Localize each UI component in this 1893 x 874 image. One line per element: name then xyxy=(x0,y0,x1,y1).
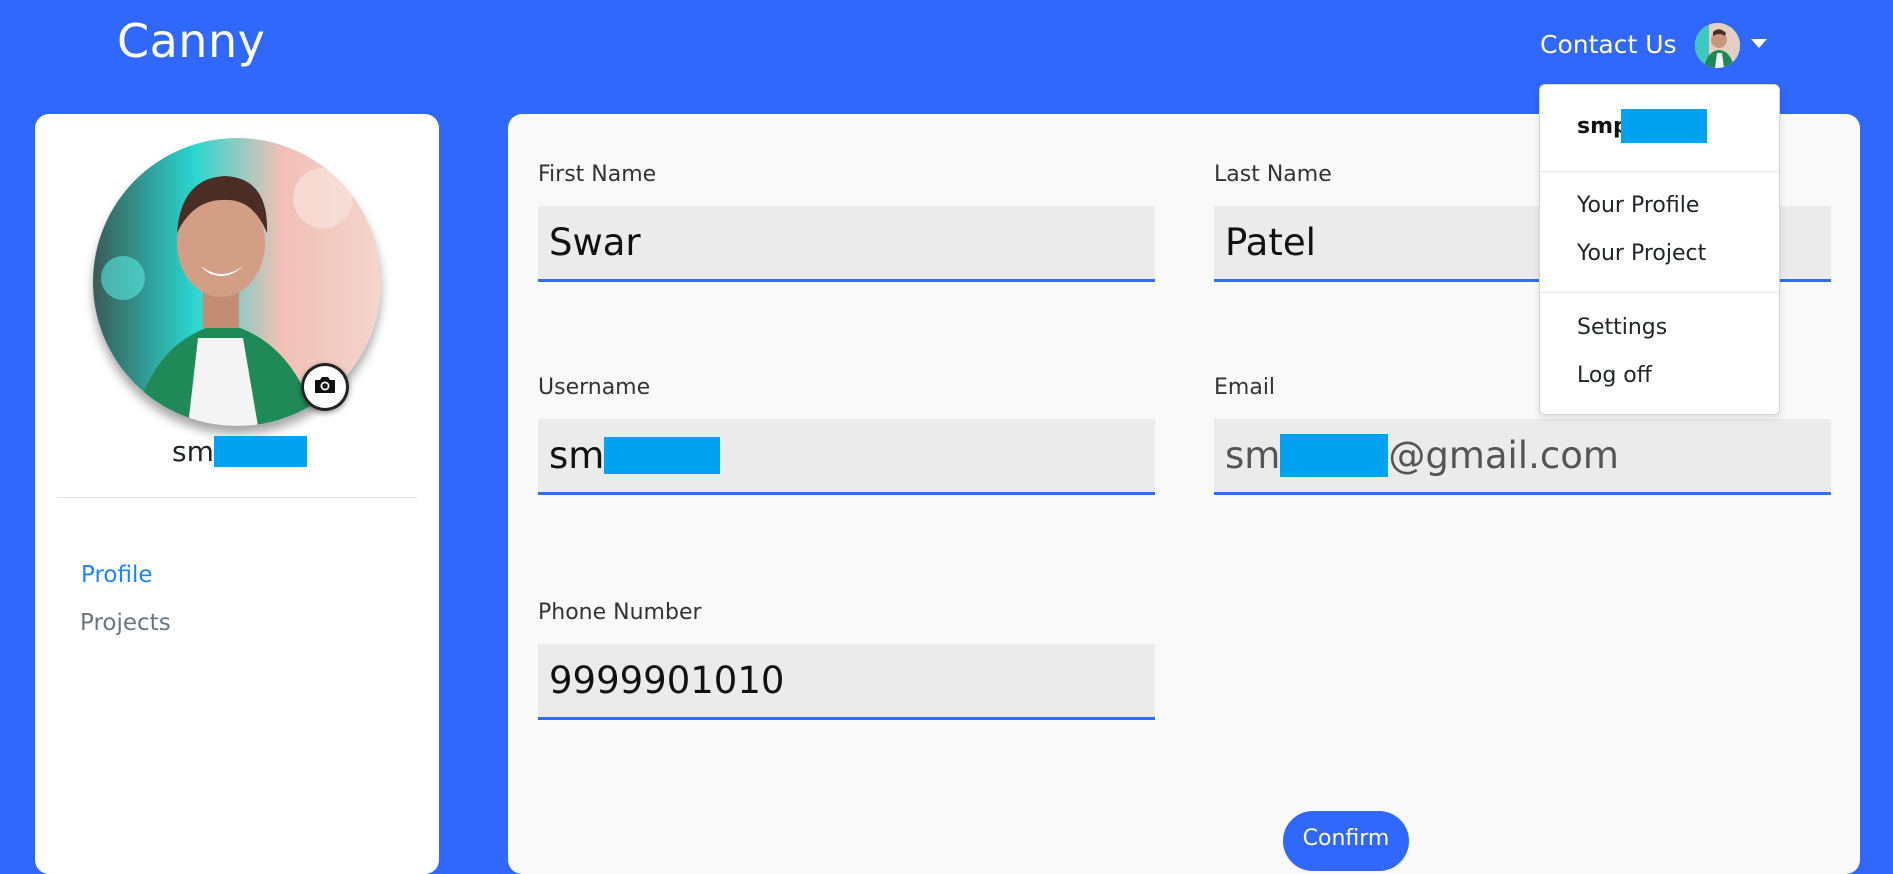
chevron-down-icon[interactable] xyxy=(1751,39,1767,48)
email-field[interactable]: sm @gmail.com xyxy=(1214,419,1831,495)
dropdown-item-log-off[interactable]: Log off xyxy=(1577,363,1652,388)
username-value: sm xyxy=(549,434,605,477)
dropdown-username: smp xyxy=(1577,109,1707,143)
brand-logo[interactable]: Canny xyxy=(117,14,265,68)
contact-us-link[interactable]: Contact Us xyxy=(1540,30,1677,59)
dropdown-item-your-project[interactable]: Your Project xyxy=(1577,241,1706,266)
email-value-prefix: sm xyxy=(1225,434,1281,477)
phone-label: Phone Number xyxy=(538,600,702,625)
phone-field[interactable]: 9999901010 xyxy=(538,644,1155,720)
redaction-block xyxy=(1620,109,1707,143)
sidebar-username-text: sm xyxy=(172,435,214,468)
first-name-field[interactable]: Swar xyxy=(538,206,1155,282)
sidebar-item-profile[interactable]: Profile xyxy=(81,562,153,588)
username-label: Username xyxy=(538,375,651,400)
confirm-button[interactable]: Confirm xyxy=(1283,811,1409,871)
redaction-block xyxy=(1280,434,1389,477)
change-photo-button[interactable] xyxy=(301,363,349,411)
camera-icon xyxy=(313,375,337,399)
dropdown-divider xyxy=(1540,171,1779,172)
dropdown-item-your-profile[interactable]: Your Profile xyxy=(1577,193,1699,218)
sidebar-item-projects[interactable]: Projects xyxy=(80,610,171,636)
dropdown-item-settings[interactable]: Settings xyxy=(1577,315,1667,340)
first-name-label: First Name xyxy=(538,162,657,187)
last-name-label: Last Name xyxy=(1214,162,1332,187)
phone-value: 9999901010 xyxy=(549,659,785,702)
user-avatar-icon[interactable] xyxy=(1695,23,1740,68)
sidebar-divider xyxy=(57,497,417,498)
redaction-block xyxy=(604,437,721,474)
last-name-value: Patel xyxy=(1225,221,1316,264)
user-dropdown-menu: smp Your Profile Your Project Settings L… xyxy=(1539,84,1780,415)
first-name-value: Swar xyxy=(549,221,641,264)
redaction-block xyxy=(213,436,307,467)
dropdown-divider xyxy=(1540,292,1779,293)
sidebar-username: sm xyxy=(172,435,307,468)
username-field[interactable]: sm xyxy=(538,419,1155,495)
email-label: Email xyxy=(1214,375,1276,400)
email-value-suffix: @gmail.com xyxy=(1388,434,1619,477)
